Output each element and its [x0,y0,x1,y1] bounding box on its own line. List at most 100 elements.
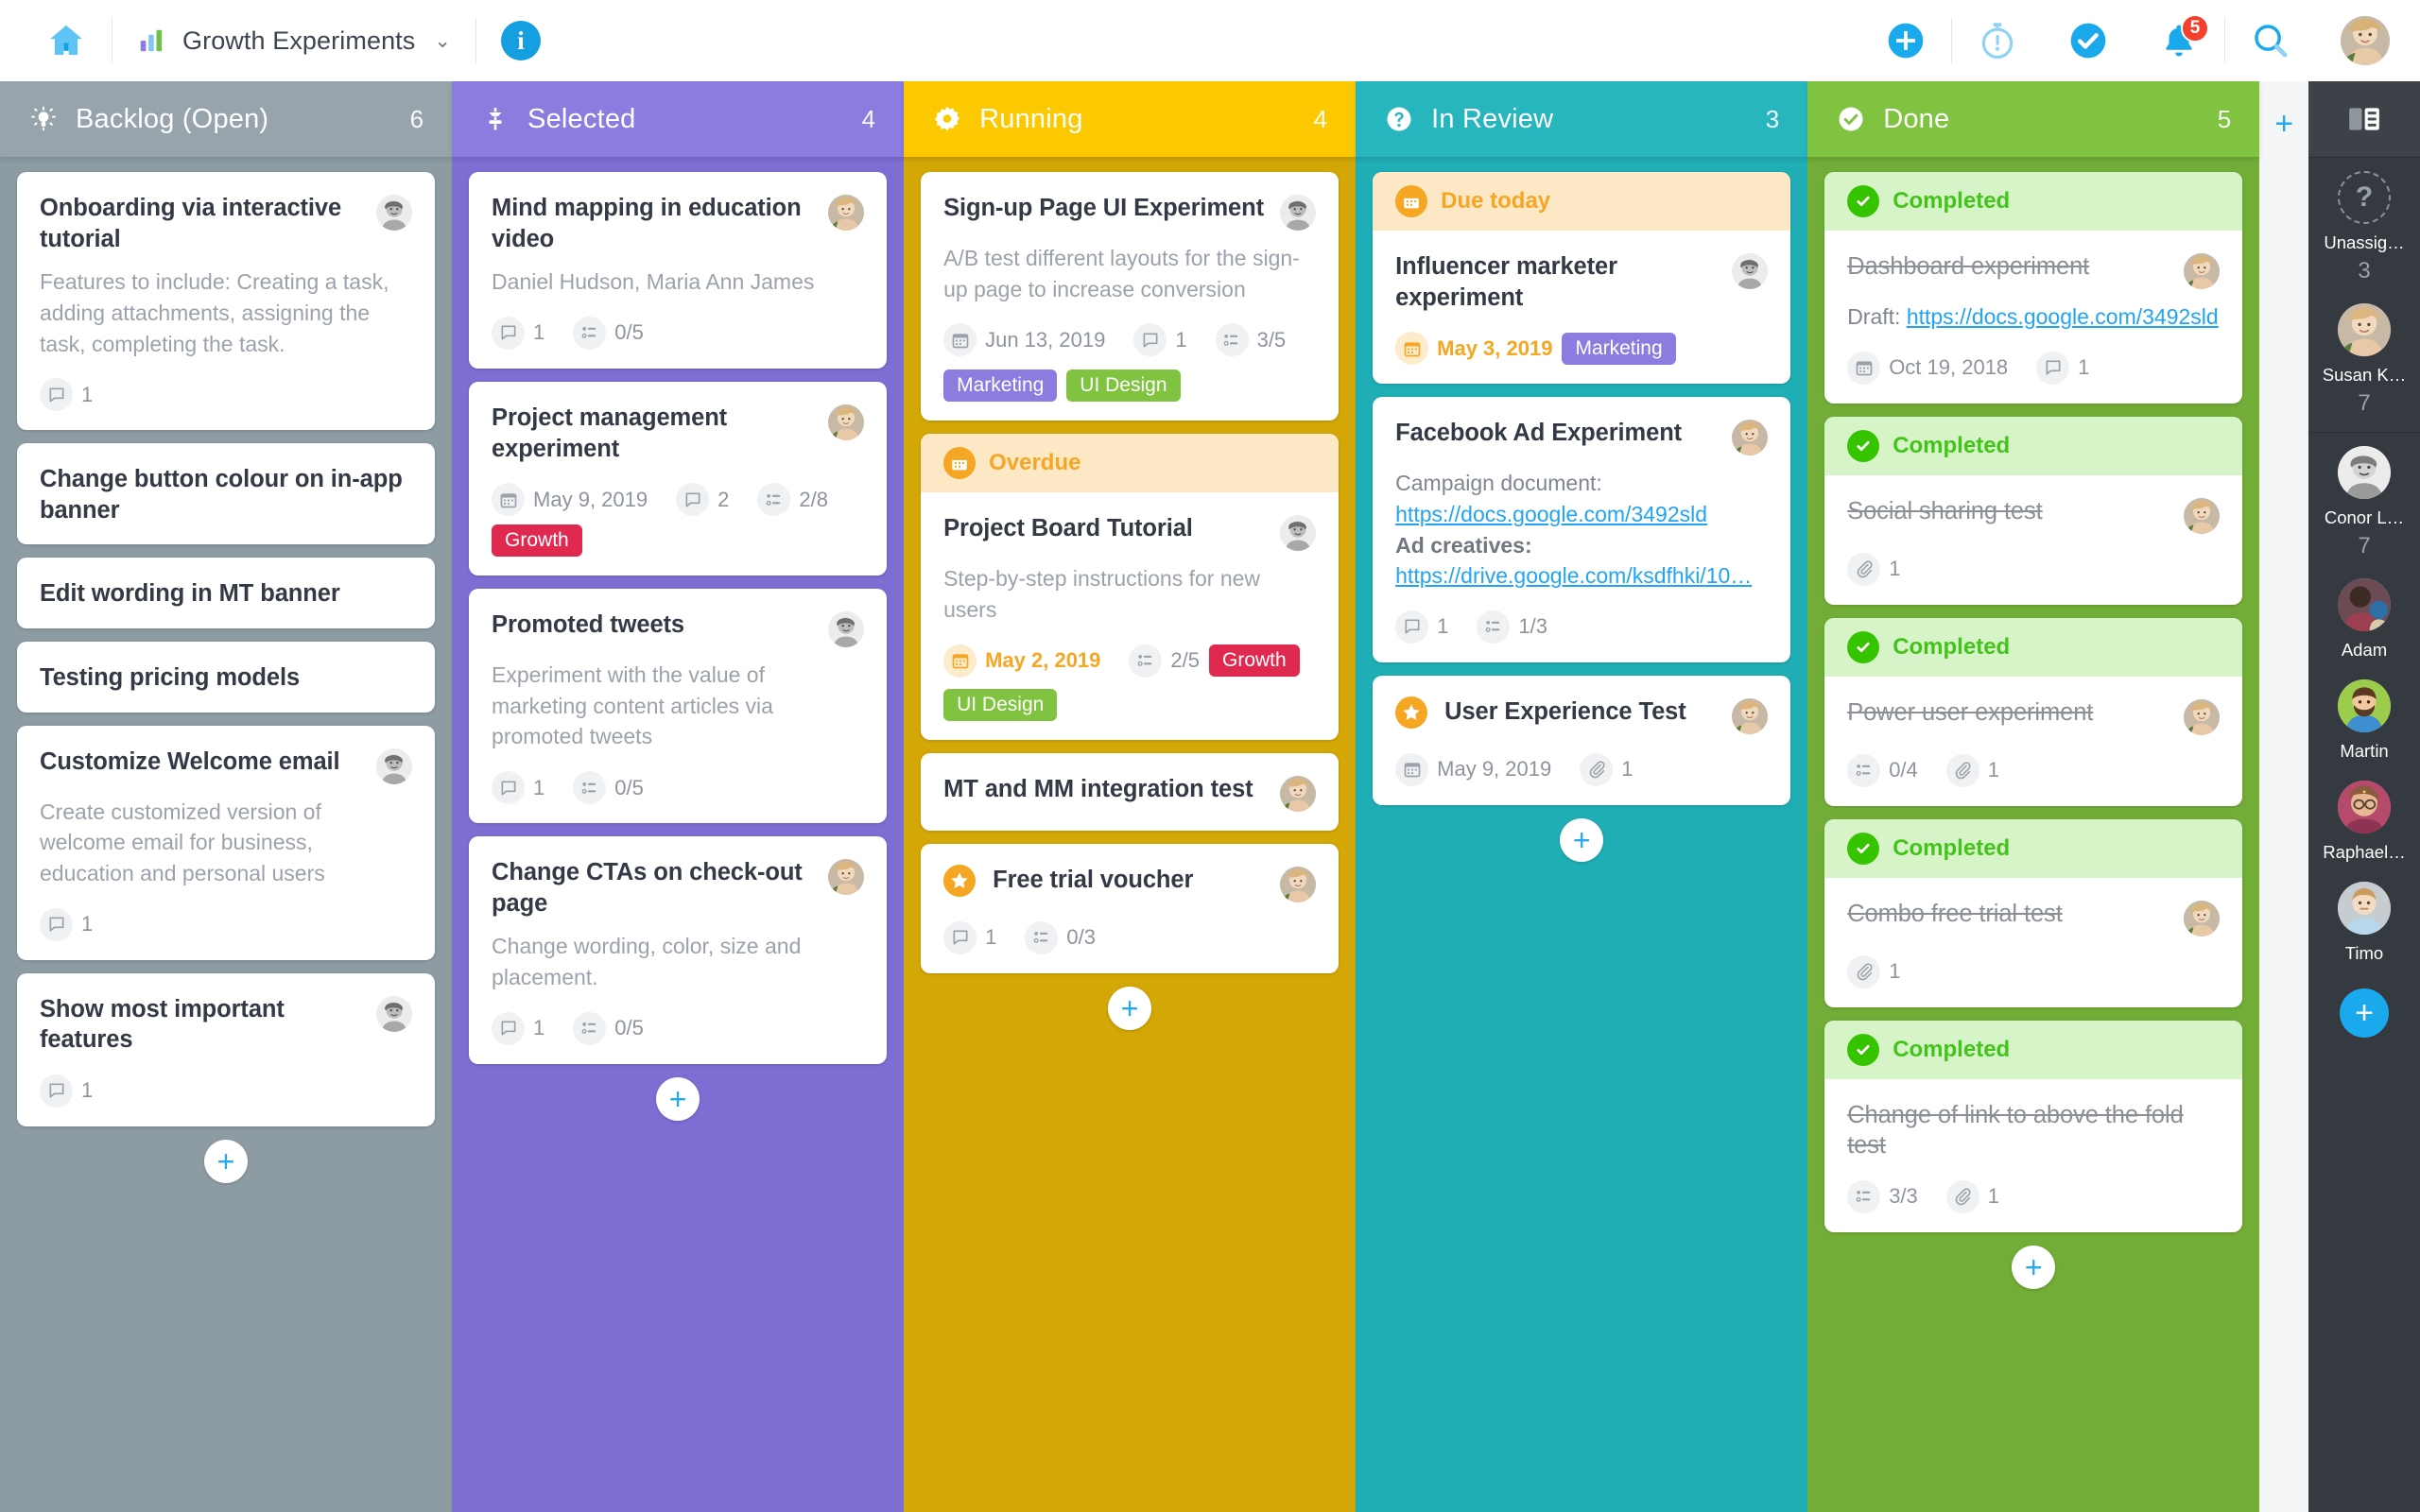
home-button[interactable] [21,0,112,81]
comment-count[interactable]: 1 [492,771,544,805]
avatar[interactable] [2184,253,2221,289]
comment-count[interactable]: 1 [40,1074,93,1108]
avatar[interactable] [828,859,865,896]
card[interactable]: Free trial voucher 1 0/3 [921,843,1340,973]
column-header-in-review[interactable]: In Review 3 [1356,81,1808,157]
add-member-button[interactable]: + [2340,988,2390,1038]
checklist-progress[interactable]: 3/3 [1847,1179,1918,1213]
card[interactable]: User Experience Test May 9, 2019 1 [1373,675,1791,805]
comment-count[interactable]: 2 [676,483,729,517]
card[interactable]: Show most important features 1 [17,972,436,1126]
card[interactable]: MT and MM integration test [921,752,1340,831]
comment-count[interactable]: 1 [1395,610,1448,644]
comment-count[interactable]: 1 [943,920,996,954]
member-timo[interactable]: Timo [2308,868,2420,970]
member-raphael[interactable]: Raphael… [2308,767,2420,868]
card[interactable]: Onboarding via interactive tutorial Feat… [17,172,436,431]
avatar[interactable] [1280,515,1317,552]
comment-count[interactable]: 1 [2036,351,2089,385]
card[interactable]: Change CTAs on check-out page Change wor… [469,836,888,1064]
checklist-progress[interactable]: 0/4 [1847,753,1918,787]
tag-growth[interactable]: Growth [1209,644,1300,678]
notifications-button[interactable]: 5 [2134,0,2224,81]
comment-count[interactable]: 1 [492,1011,544,1045]
checklist-progress[interactable]: 0/5 [573,771,644,805]
checklist-progress[interactable]: 0/3 [1025,920,1096,954]
avatar[interactable] [1732,420,1769,456]
checklist-progress[interactable]: 0/5 [573,1011,644,1045]
card[interactable]: Mind mapping in education video Daniel H… [469,172,888,369]
card[interactable]: Overdue Project Board Tutorial Step-by-s… [921,434,1340,740]
card[interactable]: Completed Dashboard experiment Draft: ht… [1824,172,2243,404]
add-card-button[interactable]: + [1560,817,1604,862]
comment-count[interactable]: 1 [40,378,93,412]
avatar[interactable] [1280,195,1317,231]
due-date[interactable]: Oct 19, 2018 [1847,351,2008,385]
add-card-button[interactable]: + [1108,986,1152,1030]
tasks-done-button[interactable] [2043,0,2134,81]
board-info-button[interactable]: i [476,0,565,81]
comment-count[interactable]: 1 [1133,323,1187,357]
card[interactable]: Sign-up Page UI Experiment A/B test diff… [921,172,1340,421]
attachment-count[interactable]: 1 [1847,552,1900,586]
column-header-running[interactable]: Running 4 [904,81,1357,157]
due-date[interactable]: May 9, 2019 [1395,752,1551,786]
member-unassigned[interactable]: ? Unassig… 3 [2308,158,2420,290]
avatar[interactable] [1732,697,1769,734]
campaign-doc-link[interactable]: https://docs.google.com/3492sld [1395,502,1707,526]
tag-marketing[interactable]: Marketing [943,369,1058,403]
checklist-progress[interactable]: 0/5 [573,316,644,350]
tag-marketing[interactable]: Marketing [1562,332,1676,365]
avatar[interactable] [828,404,865,440]
attachment-count[interactable]: 1 [1945,1179,1999,1213]
avatar[interactable] [2184,900,2221,936]
user-avatar[interactable] [2341,16,2390,65]
column-header-selected[interactable]: Selected 4 [452,81,905,157]
checklist-progress[interactable]: 2/5 [1129,644,1200,678]
avatar[interactable] [2184,698,2221,735]
attachment-count[interactable]: 1 [1945,753,1999,787]
avatar[interactable] [376,195,413,231]
due-date[interactable]: May 3, 2019 [1395,332,1552,366]
card[interactable]: Completed Change of link to above the fo… [1824,1020,2243,1232]
card[interactable]: Change button colour on in-app banner [17,443,436,545]
tag-ui-design[interactable]: UI Design [1066,369,1181,403]
card[interactable]: Testing pricing models [17,642,436,713]
avatar[interactable] [376,995,413,1032]
checklist-progress[interactable]: 3/5 [1215,323,1286,357]
member-susan[interactable]: Susan K… 7 [2308,290,2420,422]
add-button[interactable] [1860,0,1951,81]
column-header-backlog[interactable]: Backlog (Open) 6 [0,81,453,157]
tag-growth[interactable]: Growth [492,524,582,558]
member-conor[interactable]: Conor L… 7 [2308,433,2420,565]
add-column-button[interactable]: + [2259,81,2309,1512]
comment-count[interactable]: 1 [40,907,93,941]
chevron-down-icon[interactable]: ⌄ [434,31,451,51]
attachment-count[interactable]: 1 [1847,954,1900,988]
add-card-button[interactable]: + [2012,1245,2056,1289]
add-card-button[interactable]: + [656,1076,700,1121]
card[interactable]: Facebook Ad Experiment Campaign document… [1373,397,1791,662]
card[interactable]: Promoted tweets Experiment with the valu… [469,589,888,824]
add-card-button[interactable]: + [204,1139,249,1183]
panel-toggle-button[interactable] [2308,81,2420,157]
tag-ui-design[interactable]: UI Design [943,688,1058,721]
member-adam[interactable]: Adam [2308,565,2420,666]
card[interactable]: Project management experiment May 9, 201… [469,381,888,576]
avatar[interactable] [1280,866,1317,902]
draft-link[interactable]: https://docs.google.com/3492sld [1907,304,2219,329]
avatar[interactable] [2184,497,2221,534]
column-header-done[interactable]: Done 5 [1807,81,2260,157]
avatar[interactable] [1280,775,1317,812]
avatar[interactable] [1732,253,1769,289]
avatar[interactable] [828,195,865,231]
member-martin[interactable]: Martin [2308,666,2420,767]
comment-count[interactable]: 1 [492,316,544,350]
attachment-count[interactable]: 1 [1580,752,1633,786]
ad-creatives-link[interactable]: https://drive.google.com/ksdfhki/10… [1395,563,1752,588]
card[interactable]: Completed Social sharing test 1 [1824,416,2243,605]
checklist-progress[interactable]: 1/3 [1477,610,1547,644]
avatar[interactable] [828,611,865,648]
card[interactable]: Completed Power user experiment 0/4 1 [1824,617,2243,806]
due-date[interactable]: May 9, 2019 [492,483,648,517]
